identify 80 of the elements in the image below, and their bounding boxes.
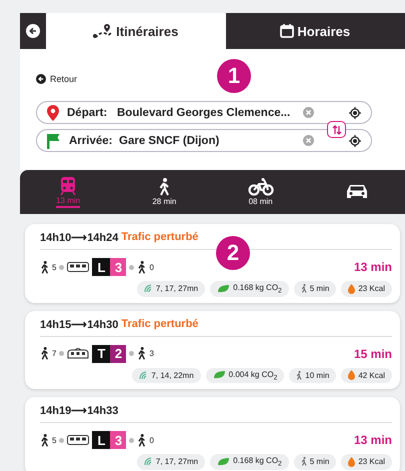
walking-icon xyxy=(137,347,146,360)
info-text: 5 min xyxy=(310,284,330,294)
info-text: 23 Kcal xyxy=(358,284,385,294)
map-pin-icon xyxy=(47,104,59,120)
realtime-signal-icon xyxy=(139,370,148,380)
traffic-alert-label: Trafic perturbé xyxy=(121,318,198,331)
trip-duration: 15 min xyxy=(354,346,392,361)
bus-icon xyxy=(67,434,90,446)
field-value: Gare SNCF (Dijon) xyxy=(119,134,220,146)
field-label: Départ: xyxy=(67,106,108,118)
route-card[interactable]: 14h10⟶14h24 Trafic perturbé 5 L 3 0 13 min 7, 17, 27mn 0.168 kg CO$_{2}$ 5 min 23 Kcal 2 xyxy=(25,224,400,303)
walking-icon xyxy=(300,284,307,294)
walk-minutes: 3 xyxy=(149,349,154,358)
info-text: 10 min xyxy=(305,370,330,380)
bicycle-icon xyxy=(248,178,274,196)
info-text: 0.168 kg CO$_{2}$ xyxy=(233,283,282,295)
info-text: 0.004 kg CO$_{2}$ xyxy=(228,370,278,382)
swap-icon[interactable] xyxy=(327,121,346,138)
walking-icon xyxy=(137,260,146,274)
trip-duration: 13 min xyxy=(354,260,392,274)
info-text: 7, 17, 27mn xyxy=(156,284,198,294)
field-label: Arrivée: xyxy=(69,134,114,146)
back-link[interactable]: Retour xyxy=(36,74,78,84)
walk-minutes: 0 xyxy=(149,262,154,272)
realtime-signal-icon xyxy=(144,284,153,294)
walk-minutes: 5 xyxy=(52,436,56,445)
flag-icon xyxy=(47,132,61,148)
walking-icon xyxy=(300,457,307,466)
flame-icon xyxy=(348,284,356,294)
info-text: 42 Kcal xyxy=(358,370,385,380)
info-text: 0.168 kg CO$_{2}$ xyxy=(233,456,282,468)
dot-separator xyxy=(59,264,64,270)
mode-tab[interactable]: 08 min xyxy=(212,170,309,214)
trip-duration: 13 min xyxy=(354,433,392,448)
dot-separator xyxy=(59,351,64,356)
step-marker: 1 xyxy=(217,59,251,93)
flame-icon xyxy=(348,370,356,380)
departure-arrival-times: 14h19⟶14h33 xyxy=(40,404,118,418)
info-text: 5 min xyxy=(310,457,330,466)
walk-minutes: 7 xyxy=(52,349,56,358)
step-marker: 2 xyxy=(216,236,250,270)
locate-icon[interactable] xyxy=(349,134,361,146)
back-arrow-icon xyxy=(36,74,46,84)
car-icon xyxy=(344,183,369,201)
departure-arrival-times: 14h10⟶14h24 xyxy=(40,231,118,244)
bus-icon xyxy=(67,262,90,272)
walking-icon xyxy=(40,434,49,447)
walking-icon xyxy=(296,370,302,380)
train-icon xyxy=(60,176,76,194)
calendar-icon xyxy=(280,24,294,38)
locate-icon[interactable] xyxy=(349,106,361,118)
departure-arrival-times: 14h15⟶14h30 xyxy=(40,318,118,331)
route-icon xyxy=(93,23,114,39)
field-value: Boulevard Georges Clemence... xyxy=(117,106,292,118)
leaf-icon xyxy=(217,458,230,466)
route-card[interactable]: 14h15⟶14h30 Trafic perturbé 7 T 2 3 15 min 7, 14, 22mn 0.004 kg CO$_{2}$ 10 min 42 Kcal xyxy=(25,310,400,390)
realtime-signal-icon xyxy=(144,457,153,466)
walk-minutes: 5 xyxy=(52,262,56,272)
location-field[interactable]: Arrivée: Gare SNCF (Dijon) xyxy=(36,129,372,152)
walking-icon xyxy=(40,347,49,360)
flame-icon xyxy=(348,456,356,467)
walk-minutes: 0 xyxy=(149,436,154,445)
walking-icon xyxy=(40,260,49,274)
traffic-alert-label: Trafic perturbé xyxy=(121,231,198,244)
leaf-icon xyxy=(212,371,226,380)
mode-tab[interactable]: 28 min xyxy=(116,170,212,214)
info-text: 23 Kcal xyxy=(358,457,385,466)
info-text: 7, 14, 22mn xyxy=(151,370,194,380)
tab[interactable]: Itinéraires xyxy=(46,13,226,49)
tram-icon xyxy=(67,348,90,360)
info-text: 7, 17, 27mn xyxy=(156,457,198,466)
walking-icon xyxy=(137,434,146,447)
leaf-icon xyxy=(217,284,230,293)
dot-separator xyxy=(129,351,134,356)
dot-separator xyxy=(129,438,134,443)
location-field[interactable]: Départ: Boulevard Georges Clemence... xyxy=(36,101,372,124)
walking-icon xyxy=(158,178,170,196)
dot-separator xyxy=(59,438,64,443)
route-card[interactable]: 14h19⟶14h33 5 L 3 0 13 min 7, 17, 27mn 0.168 kg CO$_{2}$ 5 min 23 Kcal xyxy=(25,397,400,471)
dot-separator xyxy=(129,264,134,270)
